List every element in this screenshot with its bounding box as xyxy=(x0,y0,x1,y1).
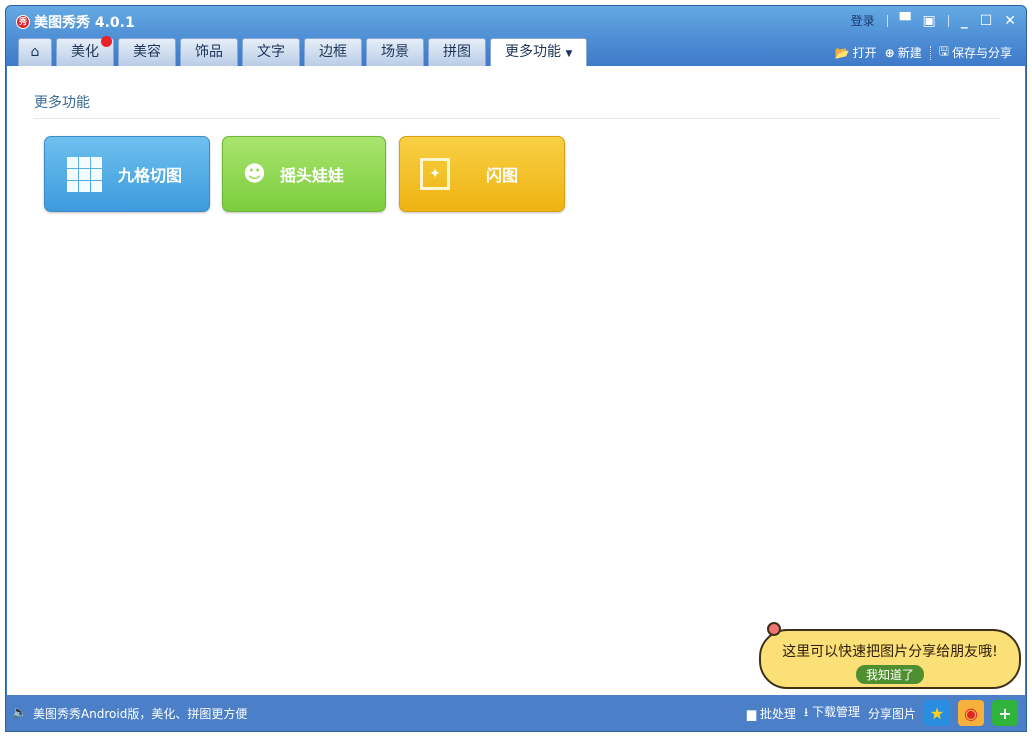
button-label: 闪图 xyxy=(486,166,519,185)
status-bar: 🔈 美图秀秀Android版，美化、拼图更方便 ▆ 批处理 ⭳ 下载管理 分享图片… xyxy=(6,695,1026,731)
batch-button[interactable]: ▆ 批处理 xyxy=(747,705,796,722)
tab-collage[interactable]: 拼图 xyxy=(428,38,486,66)
title-bar: 秀 美图秀秀 4.0.1 xyxy=(16,12,135,32)
open-label: 打开 xyxy=(852,46,877,60)
section-heading: 更多功能 xyxy=(34,95,90,111)
close-icon[interactable]: ✕ xyxy=(1004,13,1016,29)
download-icon: ⭳ xyxy=(803,704,809,719)
save-icon: 🖫 xyxy=(938,44,949,58)
notification-dot xyxy=(101,36,112,47)
tab-label: 更多功能 xyxy=(505,44,561,60)
sparkle-photo-icon: ✦ xyxy=(420,158,450,190)
tab-label: 美化 xyxy=(71,44,99,60)
share-tip-bubble: 这里可以快速把图片分享给朋友哦! 我知道了 xyxy=(759,629,1021,689)
download-label: 下载管理 xyxy=(811,704,860,719)
divider xyxy=(947,14,949,27)
main-content: 更多功能 九格切图 ☻ 摇头娃娃 ✦ 闪图 这里可以快速把图片分享给朋友哦! 我… xyxy=(7,66,1025,695)
app-title: 美图秀秀 4.0.1 xyxy=(34,15,135,31)
share-label: 分享图片 xyxy=(867,706,916,721)
save-share-label: 保存与分享 xyxy=(951,46,1012,60)
flash-image-button[interactable]: ✦ 闪图 xyxy=(399,136,565,212)
pin-icon xyxy=(767,622,781,636)
divider xyxy=(34,118,1000,119)
minimize-icon[interactable]: _ xyxy=(961,13,968,29)
maximize-icon[interactable]: ☐ xyxy=(980,13,993,29)
new-button[interactable]: ⊕ 新建 xyxy=(885,44,922,61)
batch-label: 批处理 xyxy=(759,706,796,721)
login-link[interactable]: 登录 xyxy=(851,12,875,29)
open-button[interactable]: 📂 打开 xyxy=(835,44,877,61)
tab-bar: ⌂ 美化 美容 饰品 文字 边框 场景 拼图 更多功能 ▼ xyxy=(18,36,588,66)
feedback-icon[interactable]: ▀ xyxy=(900,13,911,29)
tip-text: 这里可以快速把图片分享给朋友哦! xyxy=(782,644,998,660)
folder-icon: 📂 xyxy=(834,45,850,60)
save-share-button[interactable]: 🖫 保存与分享 xyxy=(939,42,1012,63)
tab-more-features[interactable]: 更多功能 ▼ xyxy=(490,38,588,66)
button-label: 摇头娃娃 xyxy=(279,166,344,185)
download-manager-button[interactable]: ⭳ 下载管理 xyxy=(804,703,860,724)
tab-beautify[interactable]: 美化 xyxy=(56,36,114,66)
plus-circle-icon: ⊕ xyxy=(884,45,895,60)
button-label: 九格切图 xyxy=(118,166,183,185)
divider xyxy=(886,14,888,27)
menu-dropdown-icon[interactable]: ▣ xyxy=(922,13,935,29)
tab-frames[interactable]: 边框 xyxy=(304,38,362,66)
new-label: 新建 xyxy=(897,46,922,60)
got-it-button[interactable]: 我知道了 xyxy=(855,665,924,684)
tab-scenes[interactable]: 场景 xyxy=(366,38,424,66)
add-share-icon[interactable]: + xyxy=(992,700,1018,726)
tab-text[interactable]: 文字 xyxy=(242,38,300,66)
divider xyxy=(929,45,931,60)
chevron-down-icon: ▼ xyxy=(565,49,573,59)
bobblehead-button[interactable]: ☻ 摇头娃娃 xyxy=(222,136,386,212)
tab-home[interactable]: ⌂ xyxy=(18,38,52,66)
home-icon: ⌂ xyxy=(30,44,40,60)
app-logo-icon: 秀 xyxy=(16,15,30,29)
grid-icon xyxy=(67,156,102,192)
qzone-star-icon[interactable]: ★ xyxy=(924,700,950,726)
image-icon: ▆ xyxy=(746,706,757,721)
tab-beauty[interactable]: 美容 xyxy=(118,38,176,66)
status-message[interactable]: 美图秀秀Android版，美化、拼图更方便 xyxy=(33,705,247,722)
nine-grid-button[interactable]: 九格切图 xyxy=(44,136,210,212)
doll-face-icon: ☻ xyxy=(243,161,266,187)
speaker-icon: 🔈 xyxy=(12,705,27,719)
weibo-icon[interactable]: ◉ xyxy=(958,700,984,726)
app-window: 秀 美图秀秀 4.0.1 登录 ▀ ▣ _ ☐ ✕ ⌂ 美化 美容 饰品 文字 … xyxy=(5,5,1027,732)
tab-decorations[interactable]: 饰品 xyxy=(180,38,238,66)
